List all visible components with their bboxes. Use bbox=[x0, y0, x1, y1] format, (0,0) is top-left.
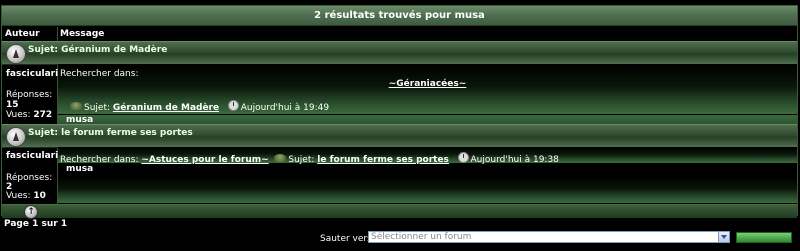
message-body-2: Rechercher dans: ~Astuces pour le forum~… bbox=[58, 147, 797, 165]
views-count-2: 10 bbox=[33, 191, 46, 201]
column-author-header: Auteur bbox=[5, 27, 40, 41]
replies-label-1: Réponses: bbox=[6, 90, 53, 100]
go-button[interactable] bbox=[736, 232, 792, 243]
message-footer-2 bbox=[58, 177, 797, 203]
replies-label-2: Réponses: bbox=[6, 173, 53, 183]
clock-icon bbox=[457, 152, 469, 163]
author-name-2[interactable]: fascicularia bbox=[6, 151, 64, 161]
topic-bar-1[interactable]: Sujet: Géranium de Madère bbox=[2, 41, 797, 65]
clock-icon bbox=[227, 100, 239, 111]
views-label-1: Vues: bbox=[6, 110, 31, 120]
views-count-1: 272 bbox=[33, 110, 53, 120]
subject-label-1: Sujet: bbox=[84, 103, 111, 113]
post-date-1: Aujourd'hui à 19:49 bbox=[240, 103, 330, 113]
topic-title-2[interactable]: Sujet: le forum ferme ses portes bbox=[28, 128, 193, 138]
forum-select-value: Sélectionner un forum bbox=[371, 232, 472, 242]
topic-title-1[interactable]: Sujet: Géranium de Madère bbox=[28, 45, 167, 55]
search-results-page: 2 résultats trouvés pour musa Auteur Mes… bbox=[0, 0, 800, 251]
topic-folder-icon bbox=[6, 44, 26, 64]
column-message-header: Message bbox=[60, 27, 105, 41]
author-name-1[interactable]: fascicularia bbox=[6, 69, 64, 79]
jump-to-label: Sauter vers: bbox=[320, 234, 375, 244]
message-body-1: Rechercher dans: ~Géraniacées~ Sujet: Gé… bbox=[58, 64, 797, 114]
subject-link-1[interactable]: Géranium de Madère bbox=[113, 103, 219, 113]
chevron-down-icon[interactable] bbox=[718, 232, 729, 242]
pagination-text: Page 1 sur 1 bbox=[4, 219, 68, 229]
poster-name-2[interactable]: musa bbox=[66, 164, 93, 174]
turtle-post-icon bbox=[70, 102, 82, 110]
topic-bar-2[interactable]: Sujet: le forum ferme ses portes bbox=[2, 124, 797, 148]
replies-count-1: 15 bbox=[6, 100, 19, 110]
table-footer-bar: ↑ bbox=[2, 204, 797, 219]
results-header: 2 résultats trouvés pour musa bbox=[2, 6, 797, 26]
topic-folder-icon bbox=[6, 127, 26, 147]
forum-link-1[interactable]: ~Géraniacées~ bbox=[58, 79, 797, 89]
views-2: Vues: 10 bbox=[6, 191, 46, 201]
search-in-label-1: Rechercher dans: bbox=[60, 69, 139, 79]
views-label-2: Vues: bbox=[6, 191, 31, 201]
views-1: Vues: 272 bbox=[6, 110, 52, 120]
post-meta-1: Sujet: Géranium de Madère Aujourd'hui à … bbox=[70, 100, 329, 113]
forum-select-dropdown[interactable]: Sélectionner un forum bbox=[368, 231, 730, 243]
poster-bar-2: musa bbox=[58, 164, 797, 176]
back-to-top-icon[interactable]: ↑ bbox=[24, 205, 38, 219]
turtle-post-icon bbox=[274, 154, 287, 162]
results-table: 2 résultats trouvés pour musa Auteur Mes… bbox=[1, 5, 798, 219]
